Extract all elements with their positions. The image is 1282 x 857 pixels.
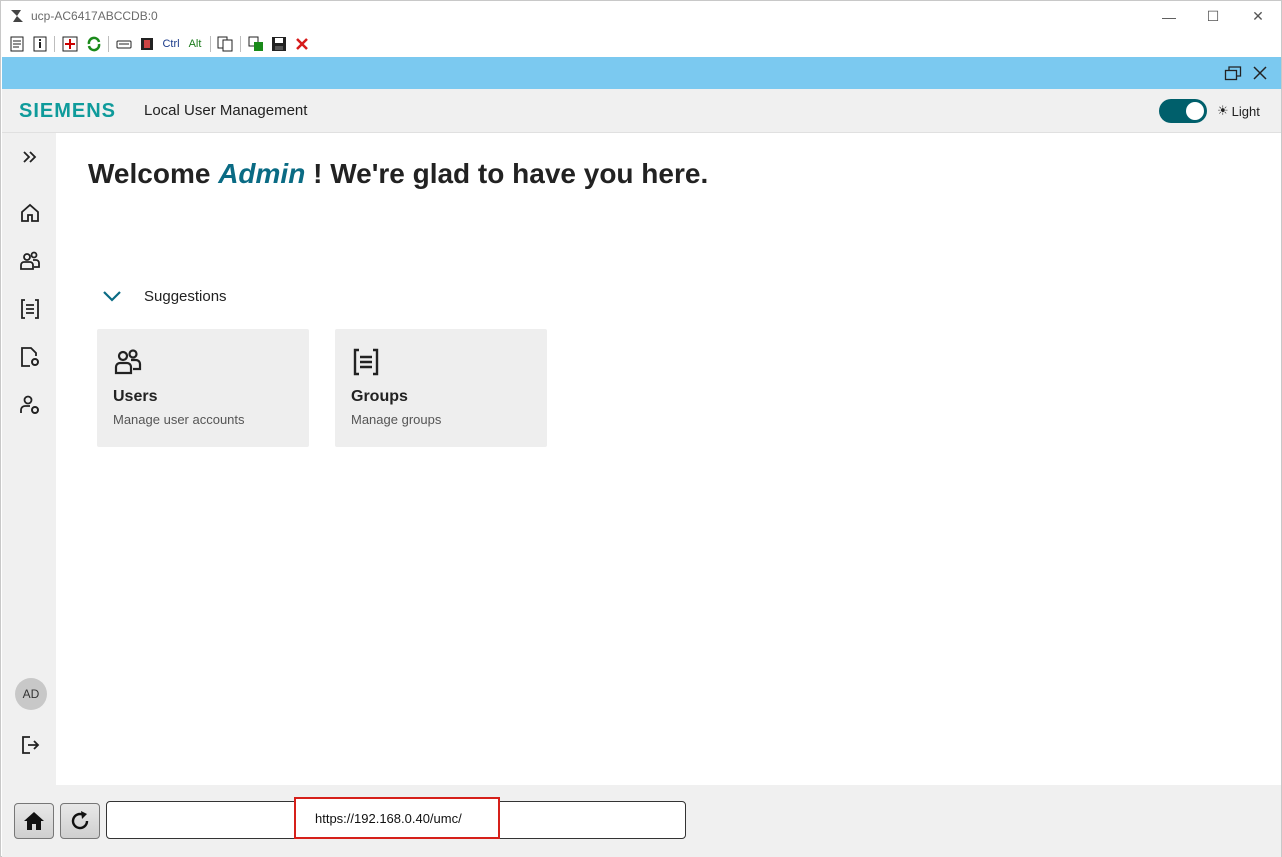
disconnect-icon[interactable] [294, 36, 310, 52]
sidebar-item-users[interactable] [16, 247, 44, 275]
groups-icon [353, 348, 379, 376]
toggle-knob [1186, 102, 1204, 120]
restore-icon[interactable] [1224, 65, 1242, 81]
app-title: Local User Management [144, 102, 308, 119]
transfer-icon[interactable] [248, 36, 264, 52]
toolbar-divider [210, 36, 211, 52]
window-titlebar: ucp-AC6417ABCCDB:0 — ☐ ✕ [1, 1, 1281, 32]
sidebar-item-user-settings[interactable] [16, 391, 44, 419]
alt-key-button[interactable]: Alt [186, 36, 204, 52]
main-content: Welcome Admin ! We're glad to have you h… [57, 133, 1281, 785]
sidebar: AD [2, 133, 56, 785]
chevron-down-icon[interactable] [101, 285, 123, 307]
users-icon [20, 251, 40, 270]
ctrl-key-button[interactable]: Ctrl [161, 36, 181, 52]
copy-icon[interactable] [217, 36, 233, 52]
minimize-button[interactable]: — [1146, 1, 1192, 32]
groups-icon [21, 299, 39, 319]
info-icon[interactable] [32, 36, 48, 52]
theme-label-text: Light [1231, 103, 1260, 119]
remote-app-icon [11, 10, 23, 22]
user-settings-icon [20, 395, 39, 414]
remote-window: ucp-AC6417ABCCDB:0 — ☐ ✕ Ctrl Alt SIEMEN… [0, 0, 1282, 857]
app-header: SIEMENS Local User Management ☀ Light [2, 89, 1281, 133]
toolbar-divider [240, 36, 241, 52]
properties-icon[interactable] [9, 36, 25, 52]
groups-card[interactable]: Groups Manage groups [335, 329, 547, 447]
welcome-name: Admin [218, 158, 306, 189]
close-window-button[interactable]: ✕ [1235, 1, 1281, 32]
welcome-prefix: Welcome [88, 158, 211, 189]
sidebar-item-groups[interactable] [16, 295, 44, 323]
close-icon[interactable] [1251, 64, 1269, 82]
sidebar-item-home[interactable] [16, 199, 44, 227]
reload-icon [71, 811, 89, 830]
maximize-button[interactable]: ☐ [1190, 1, 1236, 32]
save-icon[interactable] [271, 36, 287, 52]
logout-icon [22, 736, 40, 754]
card-subtitle: Manage user accounts [113, 412, 245, 427]
siemens-logo: SIEMENS [19, 100, 117, 122]
window-title: ucp-AC6417ABCCDB:0 [31, 9, 158, 23]
sidebar-item-document-settings[interactable] [16, 343, 44, 371]
sun-icon: ☀ [1217, 103, 1229, 118]
fullscreen-icon[interactable] [62, 36, 78, 52]
home-icon [24, 812, 44, 830]
users-card[interactable]: Users Manage user accounts [97, 329, 309, 447]
suggestions-label[interactable]: Suggestions [144, 288, 227, 305]
toolbar-divider [108, 36, 109, 52]
film-icon[interactable] [139, 36, 155, 52]
card-title: Groups [351, 388, 408, 405]
expand-icon[interactable] [16, 143, 44, 171]
welcome-heading: Welcome Admin ! We're glad to have you h… [88, 158, 708, 190]
welcome-suffix: ! We're glad to have you here. [313, 158, 709, 189]
toolbar-divider [54, 36, 55, 52]
card-subtitle: Manage groups [351, 412, 442, 427]
refresh-icon[interactable] [86, 36, 102, 52]
browser-bottom-bar: https://192.168.0.40/umc/ [2, 785, 1281, 857]
keyboard-icon[interactable] [116, 36, 132, 52]
logout-button[interactable] [16, 731, 44, 759]
theme-toggle[interactable] [1159, 99, 1207, 123]
home-button[interactable] [14, 803, 54, 839]
home-icon [21, 203, 39, 222]
avatar[interactable]: AD [15, 678, 47, 710]
card-title: Users [113, 388, 158, 405]
users-icon [114, 349, 142, 375]
url-text[interactable]: https://192.168.0.40/umc/ [294, 797, 500, 839]
remote-toolbar: Ctrl Alt [1, 32, 1281, 56]
app-top-bar [2, 57, 1281, 89]
theme-label: ☀ Light [1217, 103, 1260, 119]
document-settings-icon [21, 347, 39, 367]
reload-button[interactable] [60, 803, 100, 839]
